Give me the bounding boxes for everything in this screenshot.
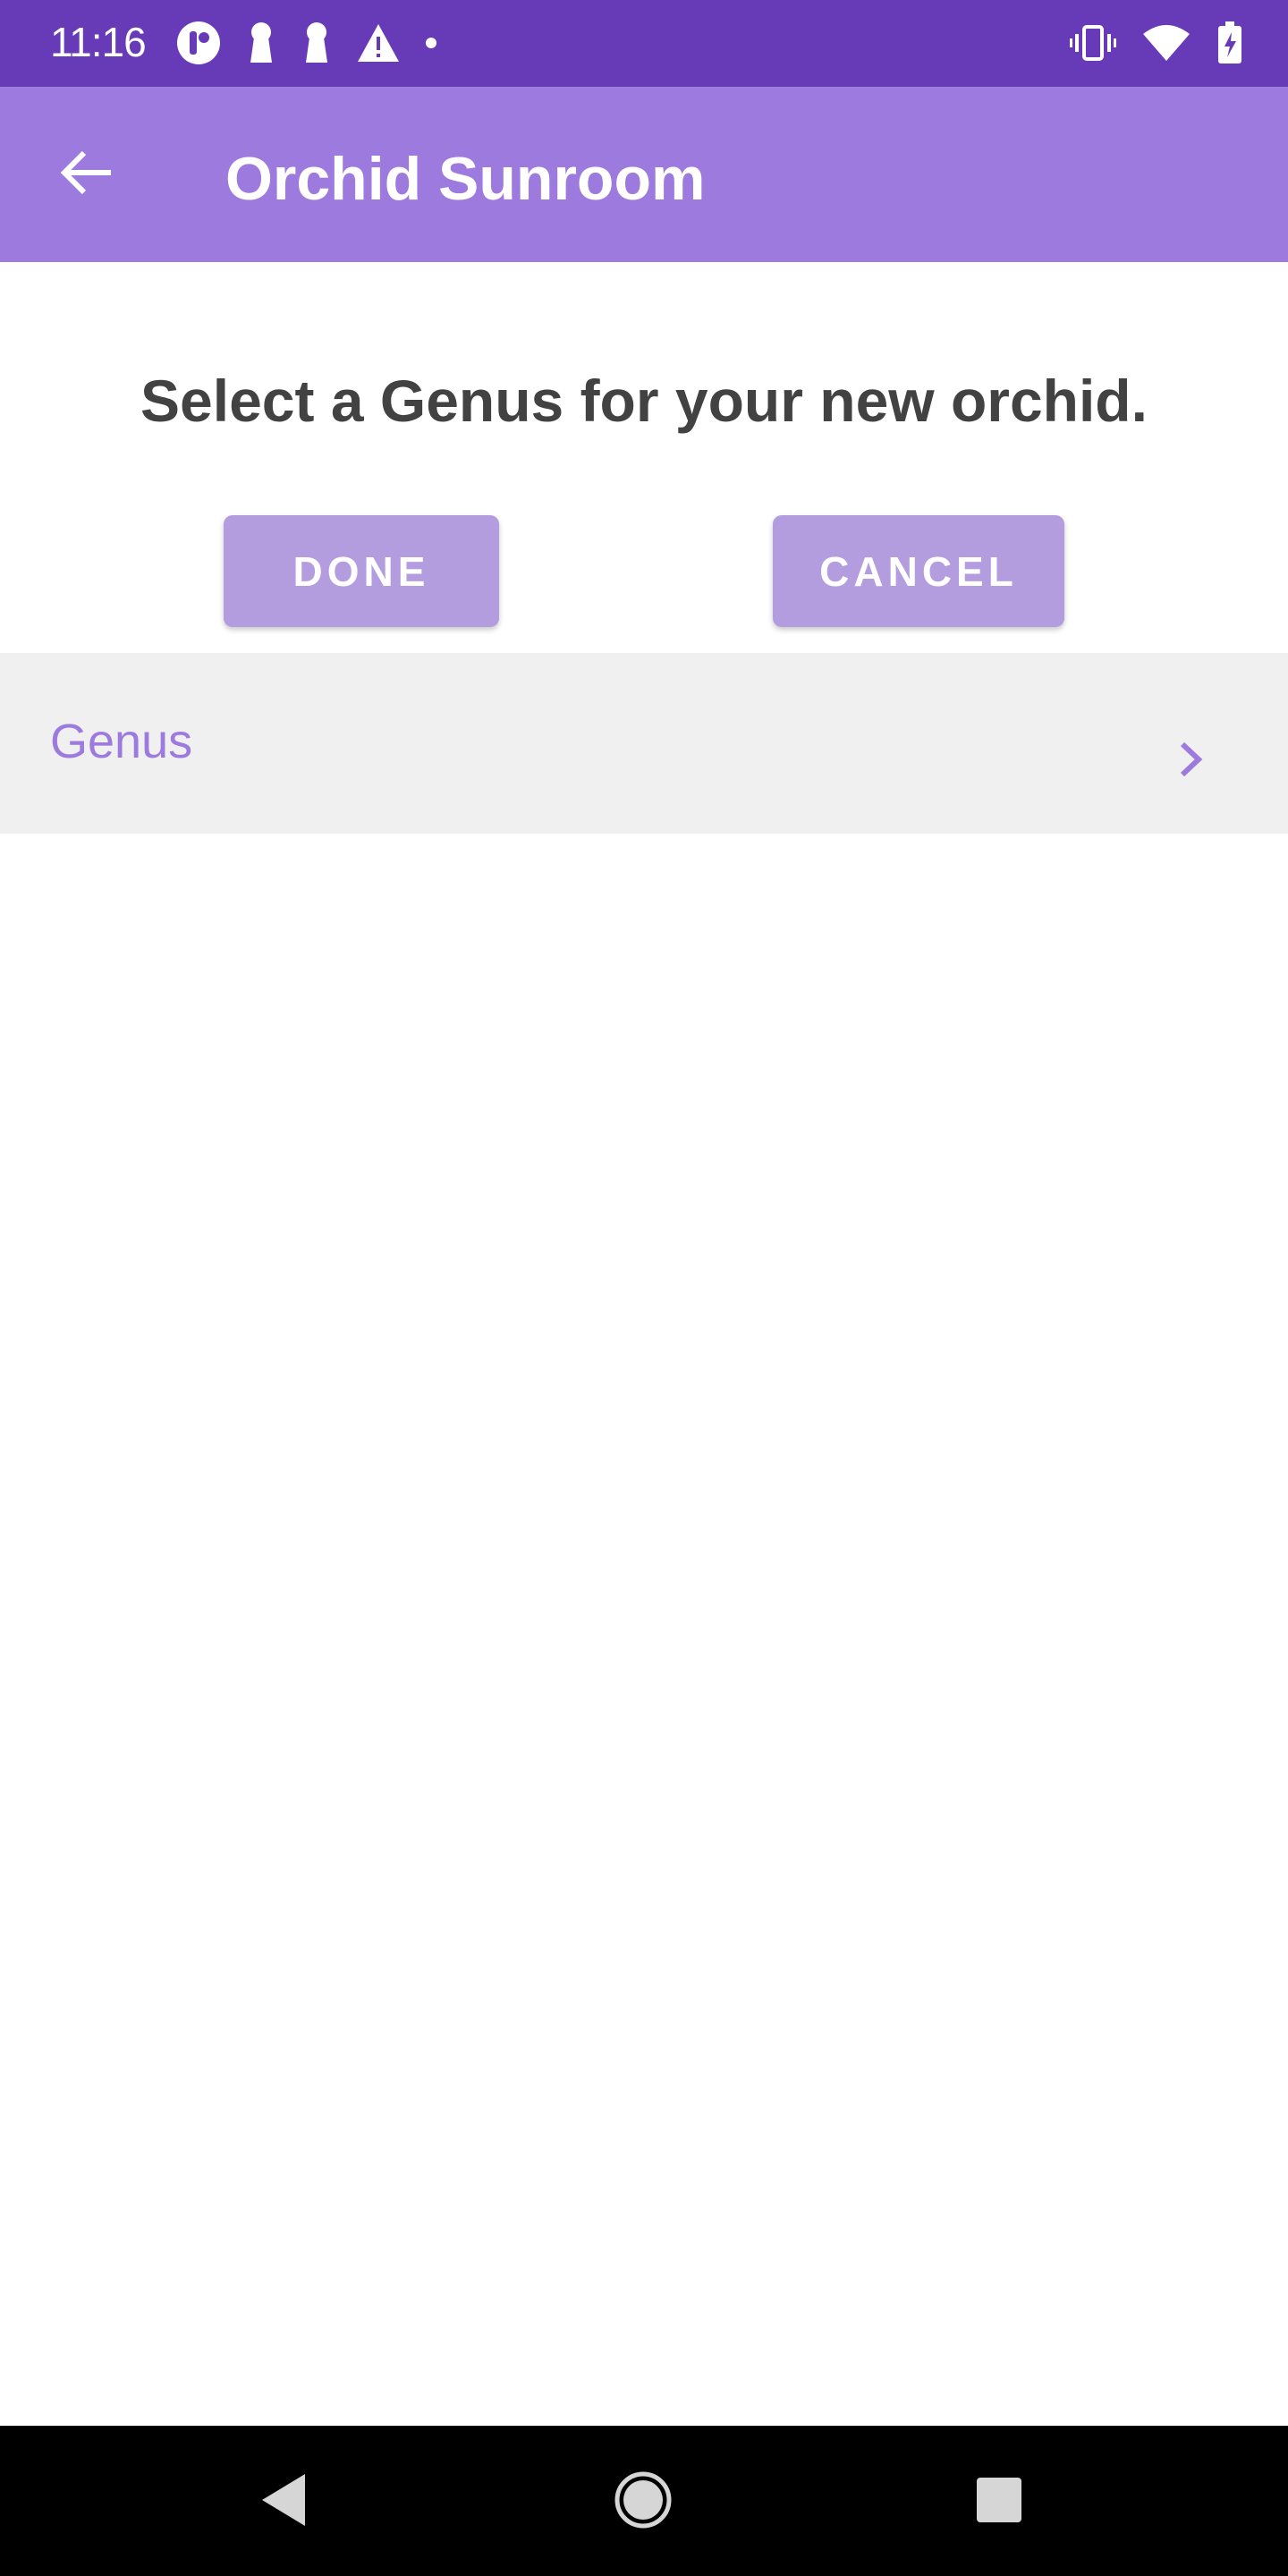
arrow-back-icon xyxy=(60,149,114,200)
nav-back-icon xyxy=(258,2472,309,2532)
chevron-right-icon xyxy=(1177,739,1204,784)
nav-recents-button[interactable] xyxy=(959,2462,1039,2542)
battery-charging-icon xyxy=(1216,21,1243,69)
nav-home-button[interactable] xyxy=(603,2462,683,2542)
back-button[interactable] xyxy=(52,142,123,207)
nav-back-button[interactable] xyxy=(243,2462,324,2542)
app-bar: Orchid Sunroom xyxy=(0,87,1288,262)
app-notification-icon xyxy=(175,20,222,71)
keyhole-icon xyxy=(301,20,333,71)
system-nav-bar xyxy=(0,2426,1288,2576)
status-time: 11:16 xyxy=(50,19,147,65)
genus-list-item[interactable]: Genus xyxy=(0,653,1288,834)
keyhole-icon xyxy=(245,20,277,71)
nav-home-icon xyxy=(614,2470,673,2534)
done-button[interactable]: DONE xyxy=(224,515,499,627)
status-bar: 11:16 xyxy=(0,0,1288,87)
dot-icon xyxy=(424,36,438,55)
cancel-button[interactable]: CANCEL xyxy=(773,515,1064,627)
vibrate-icon xyxy=(1070,23,1116,67)
status-right-icons xyxy=(1045,21,1243,69)
status-left-icons xyxy=(175,20,462,71)
wifi-icon xyxy=(1141,23,1191,67)
nav-recents-icon xyxy=(975,2476,1023,2529)
genus-prompt: Select a Genus for your new orchid. xyxy=(140,368,1148,434)
genus-label: Genus xyxy=(50,715,193,768)
page-title: Orchid Sunroom xyxy=(225,145,706,213)
warning-icon xyxy=(356,22,401,68)
